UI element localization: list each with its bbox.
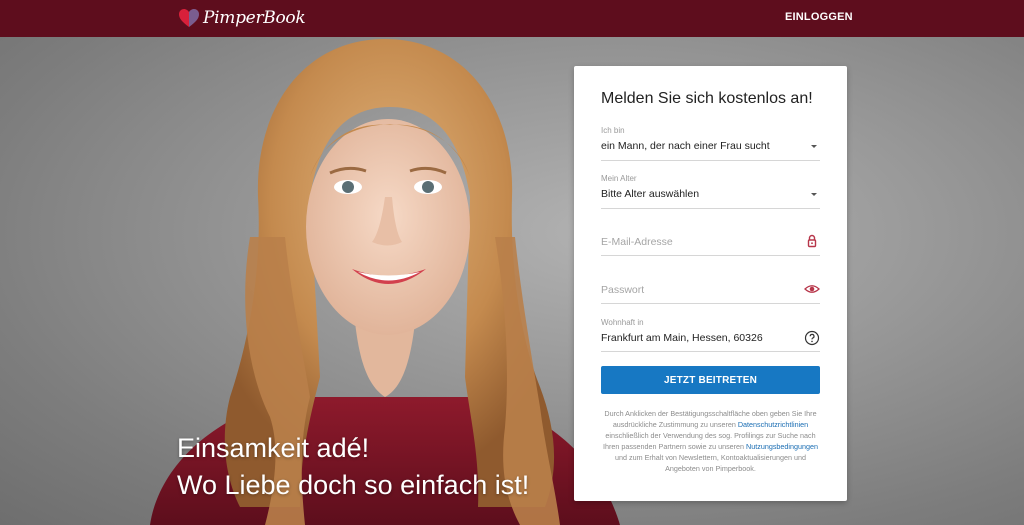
- location-field[interactable]: Wohnhaft in Frankfurt am Main, Hessen, 6…: [601, 316, 820, 352]
- heart-logo-icon: [179, 9, 199, 27]
- pimperbook-logo[interactable]: PimperBook: [177, 5, 306, 31]
- top-navigation-bar: PimperBook EINLOGGEN: [0, 0, 1024, 37]
- password-placeholder: Passwort: [601, 284, 645, 296]
- age-value: Bitte Alter auswählen: [601, 188, 700, 200]
- legal-consent-text: Durch Anklicken der Bestätigungsschaltfl…: [598, 408, 823, 474]
- brand-name: PimperBook: [203, 8, 306, 28]
- email-placeholder: E-Mail-Adresse: [601, 236, 673, 248]
- lock-icon: [807, 234, 817, 248]
- password-field[interactable]: Passwort: [601, 274, 820, 304]
- login-link[interactable]: EINLOGGEN: [785, 11, 853, 23]
- gender-select[interactable]: Ich bin ein Mann, der nach einer Frau su…: [601, 124, 820, 161]
- signup-form-card: Melden Sie sich kostenlos an! Ich bin ei…: [574, 66, 847, 501]
- location-label: Wohnhaft in: [601, 318, 644, 327]
- email-field[interactable]: E-Mail-Adresse: [601, 226, 820, 256]
- hero-slogan: Einsamkeit adé! Wo Liebe doch so einfach…: [177, 430, 529, 504]
- location-value: Frankfurt am Main, Hessen, 60326: [601, 332, 763, 344]
- privacy-policy-link[interactable]: Datenschutzrichtlinien: [738, 420, 808, 429]
- dropdown-arrow-icon: [811, 145, 817, 148]
- age-select[interactable]: Mein Alter Bitte Alter auswählen: [601, 172, 820, 209]
- hero-section: Einsamkeit adé! Wo Liebe doch so einfach…: [0, 37, 1024, 525]
- terms-of-use-link[interactable]: Nutzungsbedingungen: [746, 442, 818, 451]
- signup-title: Melden Sie sich kostenlos an!: [601, 90, 813, 107]
- join-now-button[interactable]: JETZT BEITRETEN: [601, 366, 820, 394]
- gender-value: ein Mann, der nach einer Frau sucht: [601, 140, 770, 152]
- gender-label: Ich bin: [601, 126, 625, 135]
- slogan-line-1: Einsamkeit adé!: [177, 433, 370, 463]
- slogan-line-2: Wo Liebe doch so einfach ist!: [177, 470, 530, 500]
- legal-text-part3: und zum Erhalt von Newslettern, Kontoakt…: [615, 453, 806, 473]
- dropdown-arrow-icon: [811, 193, 817, 196]
- help-icon[interactable]: [804, 330, 820, 346]
- age-label: Mein Alter: [601, 174, 637, 183]
- eye-icon[interactable]: [804, 281, 820, 297]
